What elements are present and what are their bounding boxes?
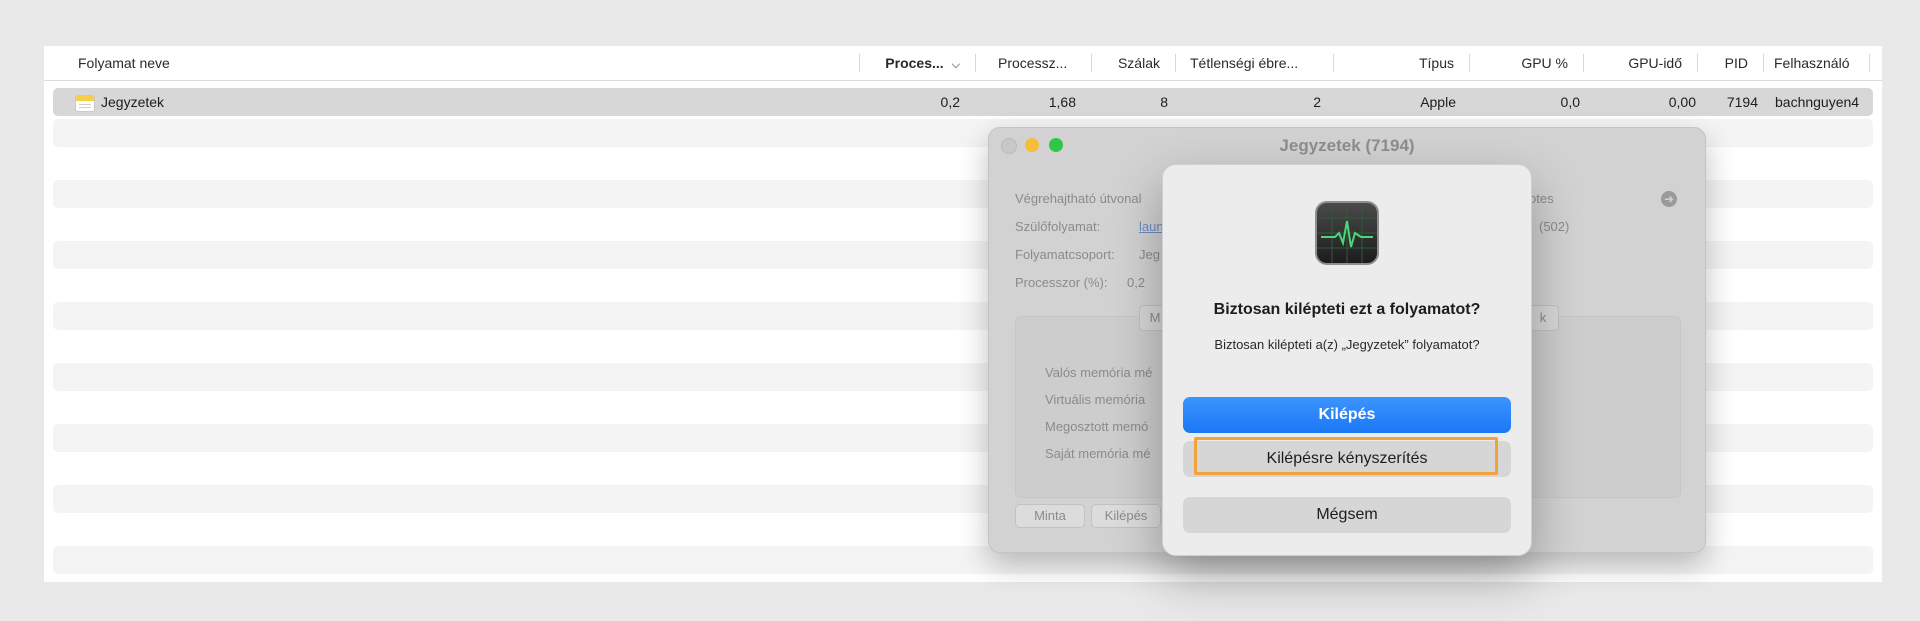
exec-path-label: Végrehajtható útvonal (1015, 191, 1142, 206)
column-header-label: Típus (1418, 55, 1454, 71)
notes-app-icon (75, 95, 95, 112)
activity-monitor-icon (1315, 201, 1379, 265)
process-name: Jegyzetek (101, 94, 165, 110)
parent-process-link[interactable]: laun (1139, 219, 1164, 234)
user-value: bachnguyen4 (1775, 94, 1860, 110)
real-memory-label: Valós memória mé (1045, 365, 1153, 380)
idle-wakeups-value: 2 (1313, 94, 1321, 110)
kind-value: Apple (1420, 94, 1456, 110)
column-header-label: Felhasználó (1774, 55, 1850, 71)
shared-memory-label: Megosztott memó (1045, 419, 1149, 434)
cancel-button[interactable]: Mégsem (1183, 497, 1511, 533)
column-header-threads[interactable]: Szálak (1092, 46, 1176, 80)
process-group-label: Folyamatcsoport: (1015, 247, 1115, 262)
column-header-label: GPU-idő (1628, 55, 1682, 71)
column-header-process-name[interactable]: Folyamat neve (78, 46, 860, 80)
cpu-percent-value: 0,2 (940, 94, 960, 110)
quit-button-info[interactable]: Kilépés (1091, 504, 1161, 528)
column-header-label: GPU % (1521, 55, 1568, 71)
quit-confirmation-dialog: Biztosan kilépteti ezt a folyamatot? Biz… (1162, 164, 1532, 556)
cpu-percent-info-value: 0,2 (1127, 275, 1146, 290)
parent-pid-value: (502) (1539, 219, 1570, 234)
column-header-label: Szálak (1117, 55, 1160, 71)
chevron-down-icon: ⌵ (951, 59, 960, 71)
column-header-label: PID (1724, 55, 1748, 71)
column-header-label: Tétlenségi ébre... (1190, 55, 1299, 71)
parent-process-label: Szülőfolyamat: (1015, 219, 1101, 234)
go-arrow-icon[interactable]: ➜ (1661, 191, 1677, 207)
column-header-label: Folyamat neve (78, 55, 170, 71)
column-header-cpu-percent[interactable]: Proces... ⌵ (860, 46, 976, 80)
column-header-cpu-time[interactable]: Processz... (976, 46, 1092, 80)
sample-button[interactable]: Minta (1015, 504, 1085, 528)
quit-button[interactable]: Kilépés (1183, 397, 1511, 433)
column-header-kind[interactable]: Típus (1334, 46, 1470, 80)
dialog-message: Biztosan kilépteti a(z) „Jegyzetek” foly… (1214, 337, 1480, 352)
column-header-user[interactable]: Felhasználó (1764, 46, 1870, 80)
pid-value: 7194 (1726, 94, 1758, 110)
force-quit-button[interactable]: Kilépésre kényszerítés (1183, 441, 1511, 477)
table-row[interactable]: Jegyzetek 0,2 1,68 8 2 Apple 0,0 0,00 71… (53, 88, 1873, 116)
threads-value: 8 (1160, 94, 1168, 110)
column-header-gpu-time[interactable]: GPU-idő (1584, 46, 1698, 80)
table-header: Folyamat neve Proces... ⌵ Processz... Szá… (44, 46, 1882, 81)
virtual-memory-label: Virtuális memória (1045, 392, 1146, 407)
column-header-pid[interactable]: PID (1698, 46, 1764, 80)
cpu-percent-label: Processzor (%): (1015, 275, 1108, 290)
exec-path-value: otes (1529, 191, 1554, 206)
column-header-label: Processz... (998, 55, 1068, 71)
private-memory-label: Saját memória mé (1045, 446, 1151, 461)
column-header-idle-wakeups[interactable]: Tétlenségi ébre... (1176, 46, 1334, 80)
column-header-label: Proces... (885, 55, 944, 71)
process-group-value: Jeg (1139, 247, 1160, 262)
dialog-title: Biztosan kilépteti ezt a folyamatot? (1213, 301, 1481, 318)
gpu-time-value: 0,00 (1668, 94, 1696, 110)
column-header-gpu-percent[interactable]: GPU % (1470, 46, 1584, 80)
info-window-title: Jegyzetek (7194) (1279, 136, 1415, 155)
gpu-percent-value: 0,0 (1560, 94, 1580, 110)
cpu-time-value: 1,68 (1048, 94, 1076, 110)
